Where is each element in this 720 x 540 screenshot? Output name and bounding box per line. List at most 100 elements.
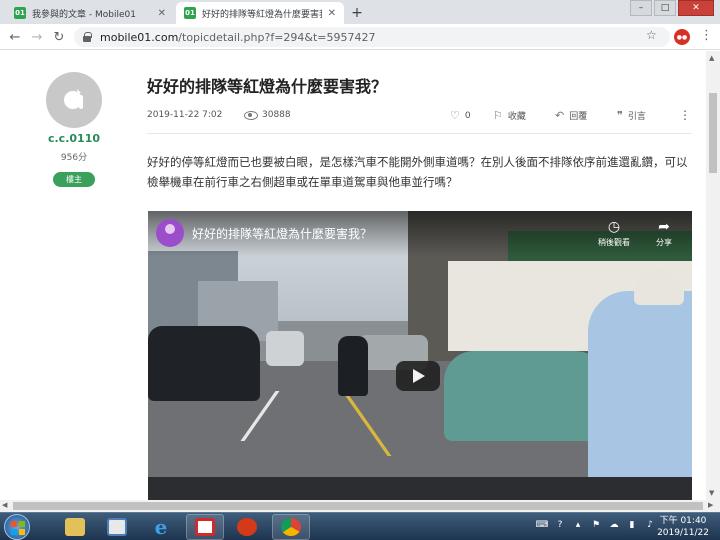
clock-time: 下午 01:40 [659,516,707,526]
video-player[interactable]: 好好的排隊等紅燈為什麼要害我？ ◷ 稍後觀看 ➦ 分享 [148,211,692,500]
video-frame-car [148,326,260,401]
quote-icon: ❞ [617,109,623,122]
cloud-icon[interactable]: ☁ [608,519,620,531]
taskbar: e ⌨ ? ▴ ⚑ ☁ ▮ ♪ 下午 01:40 2019/11/22 [0,512,720,540]
post-date: 2019-11-22 7:02 [147,110,223,120]
channel-avatar-icon[interactable] [156,219,184,247]
app-taskbar-button[interactable] [186,514,224,540]
screen: 01 我參與的文章 - Mobile01 ✕ 01 好好的排隊等紅燈為什麼要害我… [0,0,720,540]
extension-icon[interactable]: ●● [674,29,690,45]
tab-current-topic[interactable]: 01 好好的排隊等紅燈為什麼要害我 ✕ [176,2,344,24]
flag-icon[interactable]: ⚑ [590,519,602,531]
reply-label: 回覆 [569,112,588,122]
eye-icon [244,110,258,120]
browser-menu-icon[interactable]: ⋮ [700,28,713,43]
bookmark-star-icon[interactable]: ☆ [646,28,657,42]
internet-explorer-taskbar-button[interactable]: e [142,514,180,540]
tab-title: 好好的排隊等紅燈為什麼要害我 [202,9,322,20]
scrollbar-thumb[interactable] [709,93,717,173]
forward-button[interactable]: → [28,28,46,46]
tab-strip: 01 我參與的文章 - Mobile01 ✕ 01 好好的排隊等紅燈為什麼要害我… [0,0,720,24]
op-badge: 樓主 [53,172,95,187]
share-arrow-icon: ➦ [658,219,670,235]
close-window-button[interactable]: ✕ [678,0,714,16]
video-frame-scooter-rider [338,336,368,396]
vertical-scrollbar[interactable]: ▲ ▼ [706,51,720,500]
page-content: c.c.0110 956分 樓主 好好的排隊等紅燈為什麼要害我？ 2019-11… [0,51,706,500]
more-options-icon[interactable]: ⋮ [679,108,691,122]
close-icon[interactable]: ✕ [158,8,166,19]
video-frame-car [266,331,304,366]
mobile01-favicon-icon: 01 [184,7,196,19]
red-e-app-icon [237,518,257,536]
quote-button[interactable]: ❞ 引言 [617,109,646,122]
scroll-down-icon[interactable]: ▼ [709,489,714,497]
post-meta: 2019-11-22 7:02 30888 ♡ 0 ⚐ 收藏 ↶ 回覆 ❞ 引言… [147,108,692,123]
author-name-link[interactable]: c.c.0110 [34,132,114,145]
divider [147,133,692,134]
share-label: 分享 [656,238,672,247]
url-host: mobile01.com [100,30,179,44]
chrome-icon [281,518,301,536]
media-player-taskbar-button[interactable] [98,514,136,540]
video-frame-person [588,291,692,500]
horizontal-scrollbar[interactable]: ◀ ▶ [0,500,720,512]
scroll-left-icon[interactable]: ◀ [2,501,7,509]
file-explorer-taskbar-button[interactable] [56,514,94,540]
video-frame-dashboard [148,477,692,500]
tab-my-articles[interactable]: 01 我參與的文章 - Mobile01 ✕ [6,2,174,24]
watch-later-label: 稍後觀看 [598,238,630,247]
lock-icon [82,32,92,42]
minimize-button[interactable]: – [630,0,652,16]
browser-toolbar: ← → ↻ mobile01.com/topicdetail.php?f=294… [0,24,720,50]
bookmark-label: 收藏 [507,112,526,122]
share-button[interactable]: ➦ 分享 [644,219,684,248]
app-taskbar-button[interactable] [228,514,266,540]
chrome-taskbar-button[interactable] [272,514,310,540]
heart-icon: ♡ [450,109,460,122]
network-icon[interactable]: ▮ [626,519,638,531]
tab-title: 我參與的文章 - Mobile01 [32,9,136,20]
video-title[interactable]: 好好的排隊等紅燈為什麼要害我？ [192,225,372,242]
like-count: 0 [464,110,471,121]
folder-icon [65,518,85,536]
default-avatar-icon [64,89,83,109]
like-button[interactable]: ♡ 0 [450,109,471,122]
reload-button[interactable]: ↻ [50,28,68,46]
tray-expand-icon[interactable]: ▴ [572,519,584,531]
bookmark-icon: ⚐ [493,109,503,122]
new-tab-button[interactable]: + [348,4,366,22]
start-button[interactable] [4,514,30,540]
windows-logo-icon [11,521,25,535]
clock[interactable]: 下午 01:40 2019/11/22 [652,515,714,539]
view-count: 30888 [244,110,291,120]
keyboard-icon[interactable]: ⌨ [536,519,549,531]
video-header: 好好的排隊等紅燈為什麼要害我？ ◷ 稍後觀看 ➦ 分享 [148,211,692,257]
scrollbar-thumb[interactable] [13,502,703,510]
internet-explorer-icon: e [154,515,168,539]
close-icon[interactable]: ✕ [328,8,336,19]
bookmark-button[interactable]: ⚐ 收藏 [493,109,526,122]
url-path: /topicdetail.php?f=294&t=5957427 [178,30,376,44]
red-square-app-icon [195,518,215,536]
maximize-button[interactable]: □ [654,0,676,16]
reply-icon: ↶ [555,109,565,122]
avatar[interactable] [46,72,102,128]
scroll-right-icon[interactable]: ▶ [708,501,713,509]
view-count-value: 30888 [262,110,291,120]
help-icon[interactable]: ? [554,519,566,531]
post-body: 好好的停等紅燈而已也要被白眼，是怎樣汽車不能開外側車道嗎？在別人後面不排隊依序前… [147,155,688,189]
window-controls: – □ ✕ [630,0,714,16]
author-points: 956分 [60,153,88,163]
reply-button[interactable]: ↶ 回覆 [555,109,587,122]
play-button[interactable] [396,361,440,391]
clock-date: 2019/11/22 [657,528,709,538]
media-player-icon [107,518,127,536]
scroll-up-icon[interactable]: ▲ [709,54,714,62]
system-tray: ⌨ ? ▴ ⚑ ☁ ▮ ♪ [536,519,656,531]
watch-later-button[interactable]: ◷ 稍後觀看 [594,219,634,248]
quote-label: 引言 [627,112,646,122]
address-bar[interactable]: mobile01.com/topicdetail.php?f=294&t=595… [74,27,670,47]
back-button[interactable]: ← [6,28,24,46]
mobile01-favicon-icon: 01 [14,7,26,19]
